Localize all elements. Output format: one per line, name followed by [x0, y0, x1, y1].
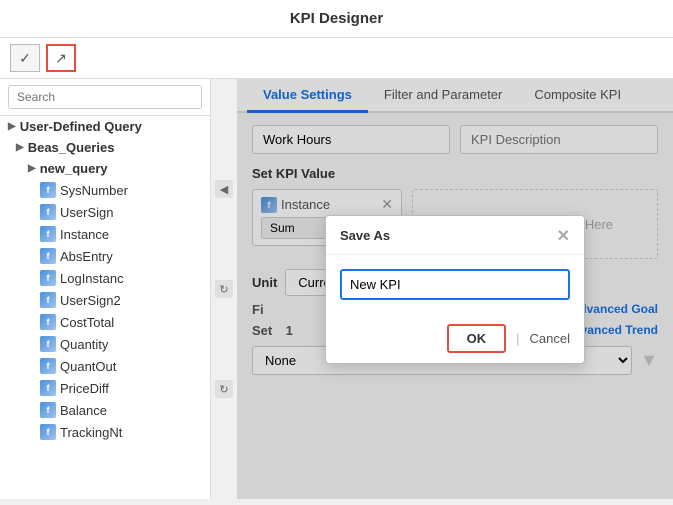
tree-arrow-icon: ▶ [16, 142, 24, 153]
tree-item[interactable]: f AbsEntry [0, 245, 210, 267]
tree-item-label: PriceDiff [60, 381, 109, 396]
field-icon: f [40, 182, 56, 198]
tree-arrow-icon: ▶ [8, 121, 16, 132]
modal-name-input[interactable] [340, 269, 570, 300]
field-icon: f [40, 314, 56, 330]
tree-item[interactable]: f QuantOut [0, 355, 210, 377]
tree-item-label: QuantOut [60, 359, 116, 374]
tree-item-label: UserSign2 [60, 293, 121, 308]
tree-item[interactable]: f TrackingNt [0, 421, 210, 443]
right-panel: Value SettingsFilter and ParameterCompos… [237, 79, 673, 499]
modal-ok-button[interactable]: OK [447, 324, 507, 353]
field-icon: f [40, 380, 56, 396]
tree-item[interactable]: f SysNumber [0, 179, 210, 201]
tree-item-label: AbsEntry [60, 249, 113, 264]
tree-item[interactable]: f Quantity [0, 333, 210, 355]
tree-item[interactable]: ▶ new_query [0, 158, 210, 179]
tree-item[interactable]: f Balance [0, 399, 210, 421]
modal-title: Save As [340, 228, 390, 243]
modal-close-button[interactable]: ✕ [557, 226, 570, 246]
tree-item[interactable]: ▶ User-Defined Query [0, 116, 210, 137]
search-input[interactable] [8, 85, 202, 109]
field-icon: f [40, 204, 56, 220]
sidebar: ▶ User-Defined Query ▶ Beas_Queries ▶ new_que… [0, 79, 211, 499]
tree-item[interactable]: ▶ Beas_Queries [0, 137, 210, 158]
tree-item-label: LogInstanc [60, 271, 124, 286]
modal-footer: OK | Cancel [326, 314, 584, 363]
tree-item[interactable]: f Instance [0, 223, 210, 245]
main-layout: ▶ User-Defined Query ▶ Beas_Queries ▶ new_que… [0, 79, 673, 499]
modal-dialog: Save As ✕ OK | Cancel [325, 215, 585, 364]
tree-item[interactable]: f UserSign2 [0, 289, 210, 311]
tree-item-label: CostTotal [60, 315, 114, 330]
field-icon: f [40, 424, 56, 440]
modal-body [326, 255, 584, 314]
nav-arrow-up[interactable]: ◀ [215, 180, 233, 198]
tree-item-label: new_query [40, 161, 108, 176]
arrow-button[interactable]: ↗ [46, 44, 76, 72]
tree-item-label: SysNumber [60, 183, 128, 198]
tree-item-label: User-Defined Query [20, 119, 142, 134]
tree-item-label: Instance [60, 227, 109, 242]
modal-header: Save As ✕ [326, 216, 584, 255]
field-icon: f [40, 292, 56, 308]
tree-item-label: TrackingNt [60, 425, 122, 440]
tree-item-label: UserSign [60, 205, 113, 220]
field-icon: f [40, 402, 56, 418]
search-area [0, 79, 210, 116]
tree-item-label: Quantity [60, 337, 108, 352]
tree-item[interactable]: f CostTotal [0, 311, 210, 333]
modal-cancel-button[interactable]: Cancel [530, 331, 570, 346]
tree-arrow-icon: ▶ [28, 163, 36, 174]
field-icon: f [40, 358, 56, 374]
tree-item[interactable]: f UserSign [0, 201, 210, 223]
toolbar: ✓ ↗ [0, 38, 673, 79]
page-title: KPI Designer [0, 0, 673, 38]
tree-item[interactable]: f PriceDiff [0, 377, 210, 399]
tree-item[interactable]: f LogInstanc [0, 267, 210, 289]
side-arrows: ◀ ↻ ↻ [211, 79, 237, 499]
tree-item-label: Beas_Queries [28, 140, 115, 155]
modal-separator: | [516, 331, 519, 346]
field-icon: f [40, 226, 56, 242]
tree-container: ▶ User-Defined Query ▶ Beas_Queries ▶ new_que… [0, 116, 210, 443]
field-icon: f [40, 336, 56, 352]
nav-arrow-down[interactable]: ↻ [215, 380, 233, 398]
field-icon: f [40, 270, 56, 286]
check-button[interactable]: ✓ [10, 44, 40, 72]
modal-overlay: Save As ✕ OK | Cancel [237, 79, 673, 499]
field-icon: f [40, 248, 56, 264]
nav-arrow-mid[interactable]: ↻ [215, 280, 233, 298]
tree-item-label: Balance [60, 403, 107, 418]
